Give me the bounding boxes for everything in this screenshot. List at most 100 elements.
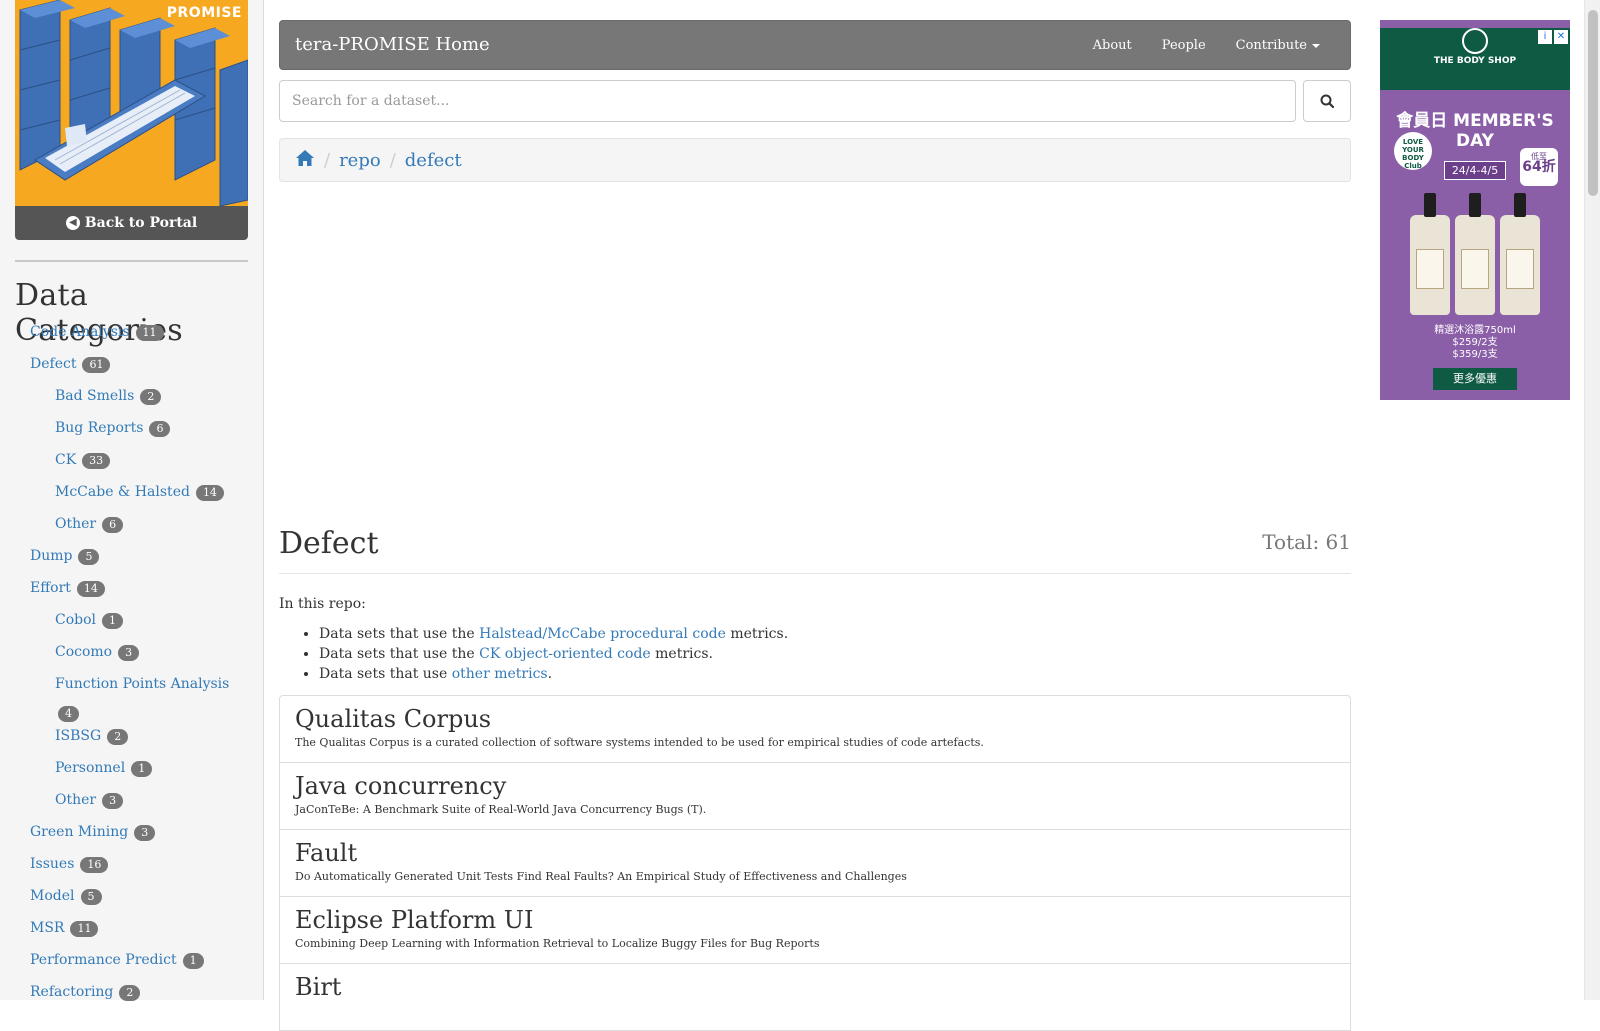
nav-about-link[interactable]: About bbox=[1093, 38, 1132, 53]
category-item[interactable]: Bug Reports 6 bbox=[0, 418, 264, 450]
dataset-search-input[interactable] bbox=[279, 80, 1296, 122]
metric-link[interactable]: other metrics bbox=[452, 666, 548, 682]
ad-close-icon[interactable]: ✕ bbox=[1554, 30, 1568, 44]
category-item[interactable]: Refactoring 2 bbox=[0, 982, 264, 1014]
breadcrumb-repo-link[interactable]: repo bbox=[339, 150, 381, 171]
page-scrollbar[interactable] bbox=[1584, 0, 1600, 1000]
ad-more-offers-button[interactable]: 更多優惠 bbox=[1433, 368, 1517, 390]
ad-price-text: 精選沐浴露750ml $259/2支 $359/3支 bbox=[1380, 325, 1570, 361]
category-label[interactable]: Function Points Analysis bbox=[55, 674, 229, 694]
category-item[interactable]: Cocomo 3 bbox=[0, 642, 264, 674]
dataset-title[interactable]: Java concurrency bbox=[295, 771, 1335, 801]
category-label[interactable]: Code Analysis bbox=[30, 322, 130, 342]
category-item[interactable]: Personnel 1 bbox=[0, 758, 264, 790]
category-count-badge: 2 bbox=[140, 389, 162, 405]
metric-list-item: Data sets that use the Halstead/McCabe p… bbox=[319, 624, 788, 644]
category-label[interactable]: Performance Predict bbox=[30, 950, 177, 970]
category-label[interactable]: Effort bbox=[30, 578, 71, 598]
category-count-badge: 16 bbox=[80, 857, 109, 873]
metric-list: Data sets that use the Halstead/McCabe p… bbox=[279, 624, 788, 684]
category-label[interactable]: McCabe & Halsted bbox=[55, 482, 190, 502]
category-label[interactable]: Other bbox=[55, 790, 96, 810]
product-bottle-image bbox=[1455, 193, 1495, 315]
category-label[interactable]: MSR bbox=[30, 918, 64, 938]
ad-controls: i ✕ bbox=[1538, 30, 1568, 44]
breadcrumb-defect-link[interactable]: defect bbox=[405, 150, 462, 171]
category-label[interactable]: Defect bbox=[30, 354, 76, 374]
category-count-badge: 3 bbox=[134, 825, 156, 841]
category-item[interactable]: Bad Smells 2 bbox=[0, 386, 264, 418]
category-item[interactable]: Dump 5 bbox=[0, 546, 264, 578]
category-item[interactable]: Green Mining 3 bbox=[0, 822, 264, 854]
category-label[interactable]: Dump bbox=[30, 546, 72, 566]
category-item[interactable]: Performance Predict 1 bbox=[0, 950, 264, 982]
category-label[interactable]: CK bbox=[55, 450, 76, 470]
category-label[interactable]: Green Mining bbox=[30, 822, 128, 842]
dataset-title[interactable]: Qualitas Corpus bbox=[295, 704, 1335, 734]
category-label[interactable]: Cocomo bbox=[55, 642, 112, 662]
category-count-badge: 1 bbox=[131, 761, 153, 777]
dataset-title[interactable]: Eclipse Platform UI bbox=[295, 905, 1335, 935]
category-label[interactable]: Cobol bbox=[55, 610, 96, 630]
category-count-badge: 61 bbox=[82, 357, 111, 373]
category-label[interactable]: Issues bbox=[30, 854, 74, 874]
nav-contribute-label: Contribute bbox=[1235, 38, 1307, 53]
category-count-badge: 14 bbox=[195, 485, 224, 501]
category-item[interactable]: Issues 16 bbox=[0, 854, 264, 886]
sidebar-divider bbox=[15, 260, 248, 262]
category-label[interactable]: ISBSG bbox=[55, 726, 101, 746]
scrollbar-thumb[interactable] bbox=[1588, 10, 1598, 196]
ad-brand: THE BODY SHOP bbox=[1433, 56, 1517, 66]
dataset-title[interactable]: Birt bbox=[295, 972, 1335, 1002]
filing-cabinets-illustration bbox=[15, 0, 248, 206]
category-count-badge: 5 bbox=[78, 549, 100, 565]
ad-info-icon[interactable]: i bbox=[1538, 30, 1552, 44]
dataset-list-item[interactable]: Eclipse Platform UI Combining Deep Learni… bbox=[279, 896, 1351, 964]
category-item[interactable]: Defect 61 bbox=[0, 354, 264, 386]
category-label[interactable]: Other bbox=[55, 514, 96, 534]
back-to-portal-button[interactable]: ◀ Back to Portal bbox=[15, 206, 248, 240]
nav-people-link[interactable]: People bbox=[1162, 38, 1206, 53]
brand-home-link[interactable]: tera-PROMISE Home bbox=[295, 34, 490, 55]
category-count-badge: 3 bbox=[118, 645, 140, 661]
category-label[interactable]: Refactoring bbox=[30, 982, 113, 1002]
category-item[interactable]: McCabe & Halsted 14 bbox=[0, 482, 264, 514]
category-item[interactable]: Cobol 1 bbox=[0, 610, 264, 642]
metric-link[interactable]: CK object-oriented code bbox=[479, 646, 651, 662]
category-label[interactable]: Bad Smells bbox=[55, 386, 134, 406]
category-item[interactable]: Effort 14 bbox=[0, 578, 264, 610]
ad-price-line: 精選沐浴露750ml bbox=[1434, 325, 1516, 336]
metric-text: Data sets that use bbox=[319, 666, 452, 682]
category-item[interactable]: Function Points Analysis 4 bbox=[0, 674, 240, 726]
search-button[interactable] bbox=[1303, 80, 1351, 122]
dataset-list: Qualitas Corpus The Qualitas Corpus is a … bbox=[279, 695, 1351, 1031]
category-count-badge: 1 bbox=[182, 953, 204, 969]
nav-links: About People Contribute bbox=[1093, 38, 1320, 53]
dataset-list-item[interactable]: Qualitas Corpus The Qualitas Corpus is a … bbox=[279, 695, 1351, 763]
category-item[interactable]: CK 33 bbox=[0, 450, 264, 482]
home-icon[interactable] bbox=[295, 149, 315, 172]
dataset-list-item[interactable]: Java concurrency JaConTeBe: A Benchmark S… bbox=[279, 762, 1351, 830]
category-label[interactable]: Personnel bbox=[55, 758, 125, 778]
category-label[interactable]: Model bbox=[30, 886, 75, 906]
ad-header: THE BODY SHOP i ✕ bbox=[1380, 28, 1570, 90]
ad-date: 24/4-4/5 bbox=[1444, 161, 1506, 180]
category-label[interactable]: Bug Reports bbox=[55, 418, 143, 438]
sidebar: PROMISE ◀ Back to Portal Data Categories… bbox=[0, 0, 264, 1001]
category-item[interactable]: Other 3 bbox=[0, 790, 264, 822]
category-count-badge: 11 bbox=[70, 921, 99, 937]
category-item[interactable]: ISBSG 2 bbox=[0, 726, 264, 758]
breadcrumb: / repo / defect bbox=[279, 138, 1351, 182]
metric-link[interactable]: Halstead/McCabe procedural code bbox=[479, 626, 726, 642]
nav-contribute-dropdown[interactable]: Contribute bbox=[1236, 38, 1320, 53]
dataset-list-item[interactable]: Fault Do Automatically Generated Unit Tes… bbox=[279, 829, 1351, 897]
category-item[interactable]: Other 6 bbox=[0, 514, 264, 546]
promise-banner-image[interactable]: PROMISE bbox=[15, 0, 248, 206]
category-count-badge: 3 bbox=[102, 793, 124, 809]
category-item[interactable]: Code Analysis 11 bbox=[0, 322, 264, 354]
dataset-list-item[interactable]: Birt bbox=[279, 963, 1351, 1031]
advertisement[interactable]: THE BODY SHOP i ✕ 會員日 MEMBER'S DAY 24/4-… bbox=[1380, 20, 1570, 400]
category-item[interactable]: Model 5 bbox=[0, 886, 264, 918]
category-item[interactable]: MSR 11 bbox=[0, 918, 264, 950]
dataset-title[interactable]: Fault bbox=[295, 838, 1335, 868]
